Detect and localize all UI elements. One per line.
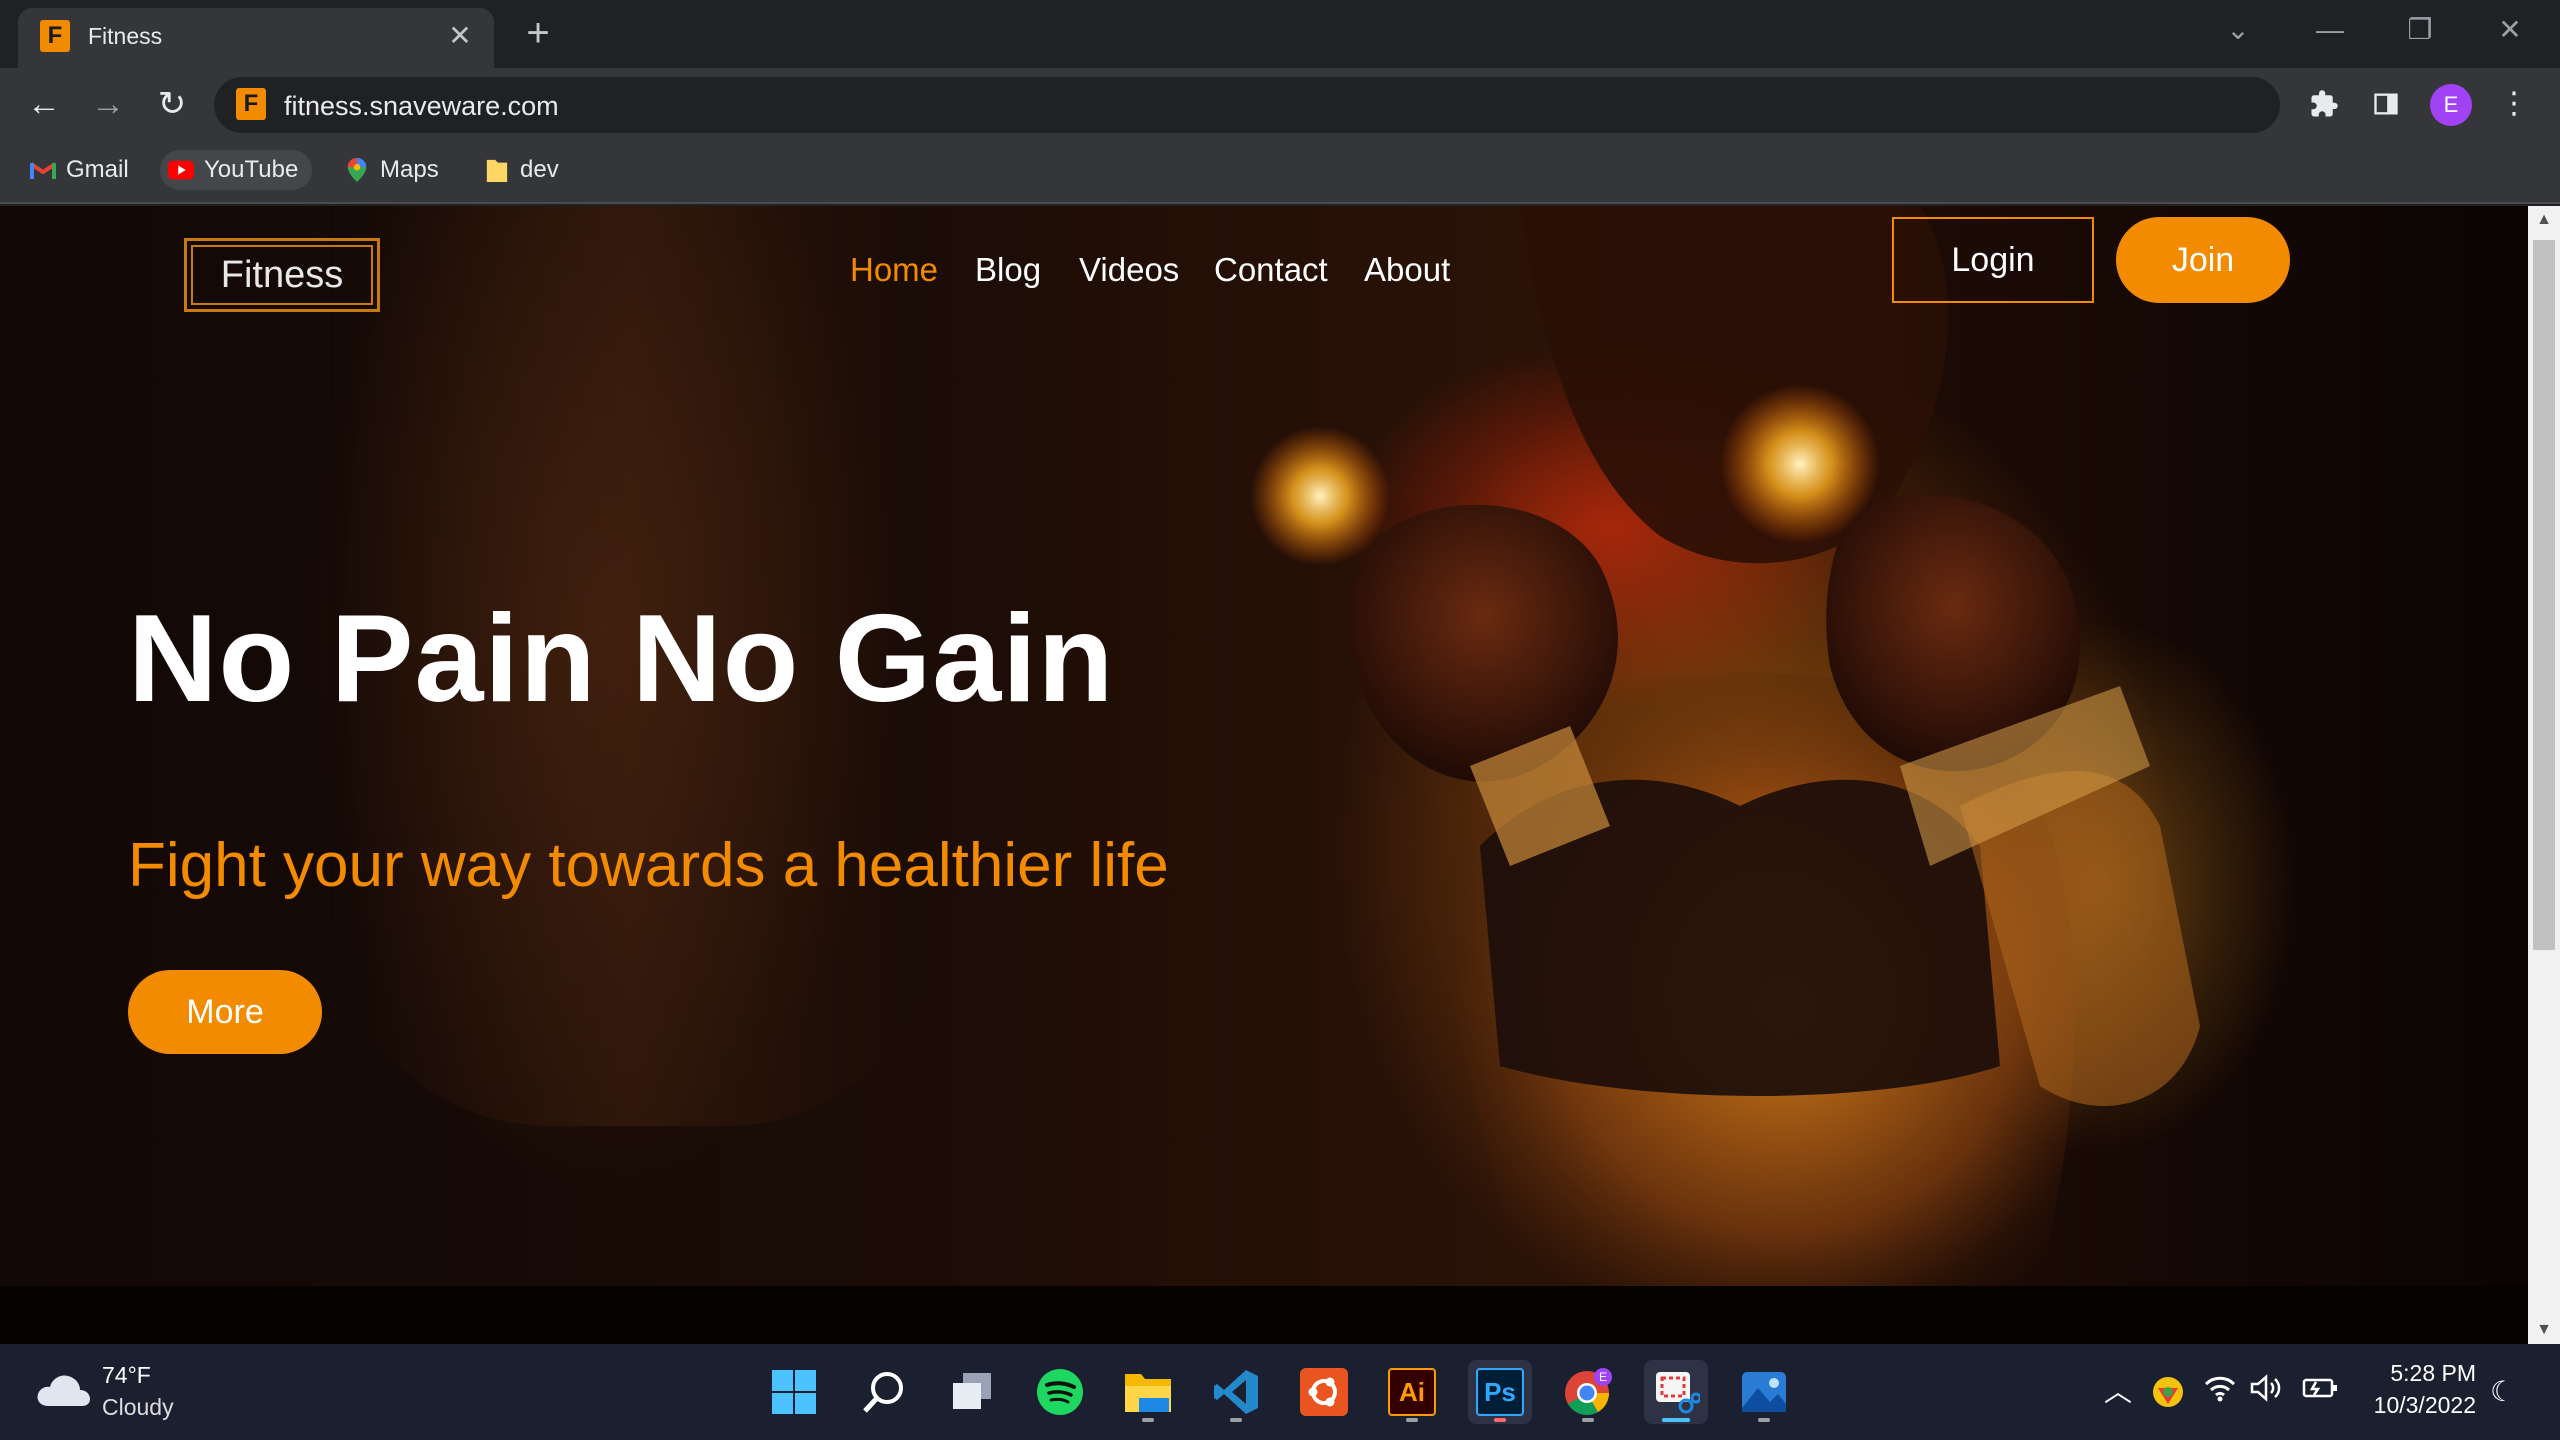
wifi-icon[interactable] [2204,1374,2236,1411]
vscode-icon [1214,1370,1258,1414]
taskbar-spotify[interactable] [1028,1360,1092,1424]
bookmark-label: Gmail [66,156,129,183]
bookmark-label: dev [520,156,559,183]
nav-home[interactable]: Home [850,242,938,298]
weather-temperature: 74°F [102,1362,151,1388]
scroll-down-icon[interactable]: ▼ [2528,1316,2560,1344]
running-indicator [1758,1418,1770,1422]
chrome-icon: E [1565,1368,1612,1415]
scroll-up-icon[interactable]: ▲ [2528,206,2560,234]
address-url[interactable]: fitness.snaveware.com [284,91,559,122]
tab-close-icon[interactable]: ✕ [442,18,478,54]
task-view-icon [953,1373,991,1409]
page-scrollbar[interactable]: ▲ ▼ [2528,206,2560,1344]
show-hidden-icons-chevron-icon[interactable]: ︿ [2104,1374,2132,1410]
address-bar[interactable]: F fitness.snaveware.com [214,77,2280,133]
hero-headline: No Pain No Gain [128,590,1115,728]
snipping-tool-icon [1656,1372,1702,1414]
site-logo-text: Fitness [191,245,373,305]
back-icon[interactable]: ← [22,82,66,126]
nav-contact[interactable]: Contact [1214,242,1328,298]
tab-title: Fitness [88,23,163,49]
nav-videos[interactable]: Videos [1079,242,1179,298]
running-indicator [1406,1418,1418,1422]
bookmark-folder-dev[interactable]: dev [476,150,559,190]
more-menu-icon[interactable]: ⋮ [2492,82,2536,126]
bookmark-label: Maps [380,156,439,183]
gmail-icon [30,162,56,179]
bookmark-youtube[interactable]: YouTube [160,150,313,190]
running-indicator [1494,1418,1506,1422]
folder-icon [486,159,508,182]
spotify-icon [1037,1369,1083,1415]
profile-avatar[interactable]: E [2430,84,2472,126]
illustrator-icon: Ai [1388,1368,1436,1416]
youtube-icon [168,160,194,180]
site-logo[interactable]: Fitness [184,238,380,312]
bookmarks-bar: Gmail YouTube Maps dev [0,140,2560,204]
tab-favicon-icon: F [40,20,70,52]
taskbar-ubuntu[interactable] [1292,1360,1356,1424]
forward-icon[interactable]: → [86,82,130,126]
task-view-button[interactable] [940,1360,1004,1424]
site-favicon-icon: F [236,88,266,120]
cloud-icon [37,1375,90,1406]
close-window-icon[interactable]: ✕ [2486,10,2534,50]
file-explorer-icon [1125,1374,1171,1412]
focus-assist-moon-icon[interactable]: ☾ [2490,1374,2515,1410]
clock-time[interactable]: 5:28 PM [2386,1360,2476,1387]
nav-about[interactable]: About [1364,242,1450,298]
clock-date[interactable]: 10/3/2022 [2360,1392,2476,1419]
nav-blog[interactable]: Blog [975,242,1041,298]
running-indicator [1142,1418,1154,1422]
browser-titlebar: F Fitness ✕ + ⌄ — ❐ ✕ [0,0,2560,68]
bookmark-maps[interactable]: Maps [336,150,439,190]
browser-tab[interactable]: F Fitness ✕ [18,8,494,68]
running-indicator [1582,1418,1594,1422]
start-button[interactable] [762,1360,826,1424]
join-button[interactable]: Join [2116,217,2290,303]
hero-section: Fitness Home Blog Videos Contact About L… [0,206,2528,1286]
start-icon [772,1370,816,1414]
taskbar-photoshop[interactable]: Ps [1468,1360,1532,1424]
battery-icon[interactable] [2302,1374,2338,1411]
boxer-image [1140,206,2240,1286]
browser-toolbar: ← → ↻ F fitness.snaveware.com E ⋮ [0,68,2560,140]
volume-icon[interactable] [2250,1374,2284,1411]
hero-subheadline: Fight your way towards a healthier life [128,831,1169,900]
weather-condition: Cloudy [102,1394,174,1420]
search-icon [863,1372,903,1413]
ubuntu-icon [1300,1368,1348,1416]
restore-icon[interactable]: ❐ [2396,10,2444,50]
tray-app-icon[interactable] [2150,1374,2186,1419]
taskbar-illustrator[interactable]: Ai [1380,1360,1444,1424]
taskbar-file-explorer[interactable] [1116,1360,1180,1424]
taskbar-vscode[interactable] [1204,1360,1268,1424]
login-button[interactable]: Login [1892,217,2094,303]
taskbar: 74°F Cloudy Ai Ps E ︿ 5:28 PM 10/3/2022 … [0,1344,2560,1440]
more-button[interactable]: More [128,970,322,1054]
scrollbar-thumb[interactable] [2533,240,2555,950]
minimize-icon[interactable]: — [2306,10,2354,50]
active-indicator [1662,1418,1690,1422]
page-next-section [0,1286,2528,1344]
reload-icon[interactable]: ↻ [150,82,194,126]
maps-icon [347,158,367,182]
chrome-profile-badge: E [1599,1370,1607,1384]
new-tab-icon[interactable]: + [516,12,560,56]
extensions-icon[interactable] [2302,82,2346,126]
photos-icon [1742,1372,1786,1412]
page-viewport: Fitness Home Blog Videos Contact About L… [0,206,2528,1344]
bookmark-gmail[interactable]: Gmail [22,150,129,190]
tab-search-chevron-icon[interactable]: ⌄ [2214,10,2262,50]
running-indicator [1230,1418,1242,1422]
taskbar-search-button[interactable] [852,1360,916,1424]
side-panel-icon[interactable] [2364,82,2408,126]
bookmark-label: YouTube [204,156,299,183]
photoshop-icon: Ps [1476,1368,1524,1416]
taskbar-chrome[interactable]: E [1556,1360,1620,1424]
taskbar-photos[interactable] [1732,1360,1796,1424]
taskbar-snipping-tool[interactable] [1644,1360,1708,1424]
